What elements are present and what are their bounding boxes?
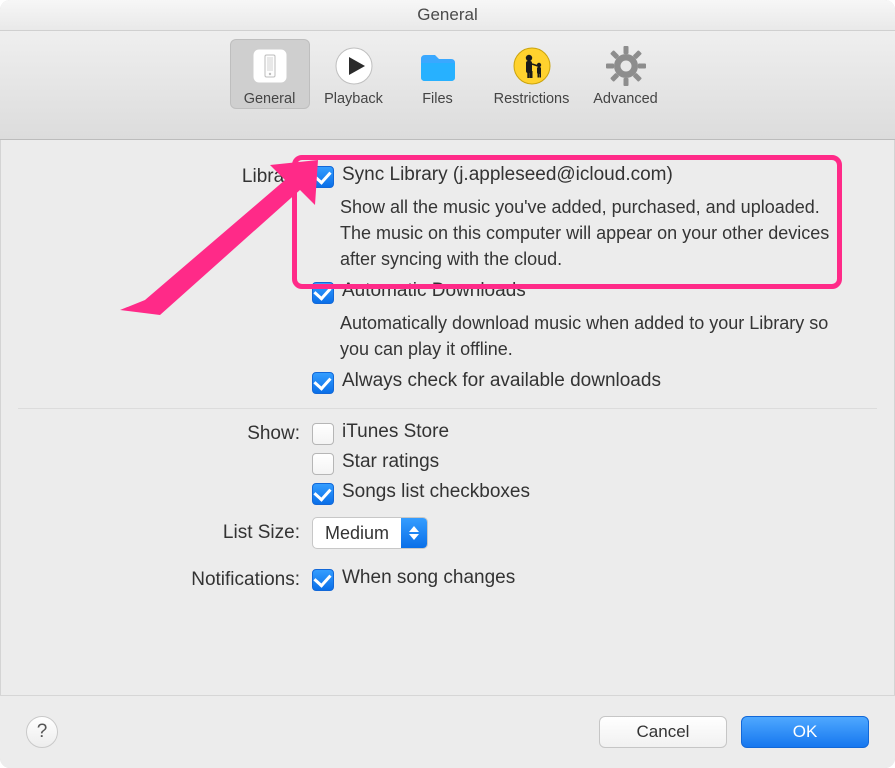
- automatic-downloads-checkbox[interactable]: Automatic Downloads: [312, 280, 855, 304]
- tab-label: Advanced: [593, 91, 658, 107]
- toolbar: General Playback Files Restrictions Adva…: [0, 31, 895, 140]
- show-heading: Show:: [10, 421, 312, 445]
- song-changes-label: When song changes: [342, 567, 515, 589]
- songs-list-label: Songs list checkboxes: [342, 481, 530, 503]
- checkbox-icon: [312, 483, 334, 505]
- tab-advanced[interactable]: Advanced: [586, 39, 666, 109]
- songs-list-checkboxes[interactable]: Songs list checkboxes: [312, 481, 855, 505]
- sync-library-description: Show all the music you've added, purchas…: [340, 194, 855, 272]
- checkbox-icon: [312, 423, 334, 445]
- tab-general[interactable]: General: [230, 39, 310, 109]
- star-ratings-checkbox[interactable]: Star ratings: [312, 451, 855, 475]
- notifications-heading: Notifications:: [10, 567, 312, 591]
- tab-restrictions[interactable]: Restrictions: [482, 39, 582, 109]
- list-size-heading: List Size:: [10, 522, 312, 544]
- parental-icon: [509, 43, 555, 89]
- sync-library-label: Sync Library (j.appleseed@icloud.com): [342, 164, 673, 186]
- tab-label: General: [244, 91, 296, 107]
- list-size-value: Medium: [313, 518, 401, 548]
- automatic-downloads-description: Automatically download music when added …: [340, 310, 855, 362]
- sync-library-checkbox[interactable]: Sync Library (j.appleseed@icloud.com): [312, 164, 855, 188]
- tab-label: Restrictions: [494, 91, 570, 107]
- question-icon: ?: [37, 721, 48, 743]
- ok-button[interactable]: OK: [741, 716, 869, 748]
- tab-label: Files: [422, 91, 453, 107]
- song-changes-checkbox[interactable]: When song changes: [312, 567, 855, 591]
- gear-icon: [603, 43, 649, 89]
- automatic-downloads-label: Automatic Downloads: [342, 280, 526, 302]
- checkbox-icon: [312, 453, 334, 475]
- always-check-checkbox[interactable]: Always check for available downloads: [312, 370, 855, 394]
- star-ratings-label: Star ratings: [342, 451, 439, 473]
- always-check-label: Always check for available downloads: [342, 370, 661, 392]
- preferences-window: General General Playback Files Restricti…: [0, 0, 895, 768]
- tab-label: Playback: [324, 91, 383, 107]
- tab-playback[interactable]: Playback: [314, 39, 394, 109]
- folder-icon: [415, 43, 461, 89]
- help-button[interactable]: ?: [26, 716, 58, 748]
- cancel-button[interactable]: Cancel: [599, 716, 727, 748]
- checkbox-icon: [312, 569, 334, 591]
- annotation-arrow-icon: [120, 160, 320, 320]
- itunes-store-checkbox[interactable]: iTunes Store: [312, 421, 855, 445]
- itunes-store-label: iTunes Store: [342, 421, 449, 443]
- chevrons-icon: [401, 518, 427, 548]
- list-size-select[interactable]: Medium: [312, 517, 428, 549]
- section-divider: [18, 408, 877, 409]
- checkbox-icon: [312, 372, 334, 394]
- general-icon: [247, 43, 293, 89]
- tab-files[interactable]: Files: [398, 39, 478, 109]
- footer-bar: ? Cancel OK: [0, 695, 895, 768]
- window-title: General: [0, 0, 895, 31]
- play-icon: [331, 43, 377, 89]
